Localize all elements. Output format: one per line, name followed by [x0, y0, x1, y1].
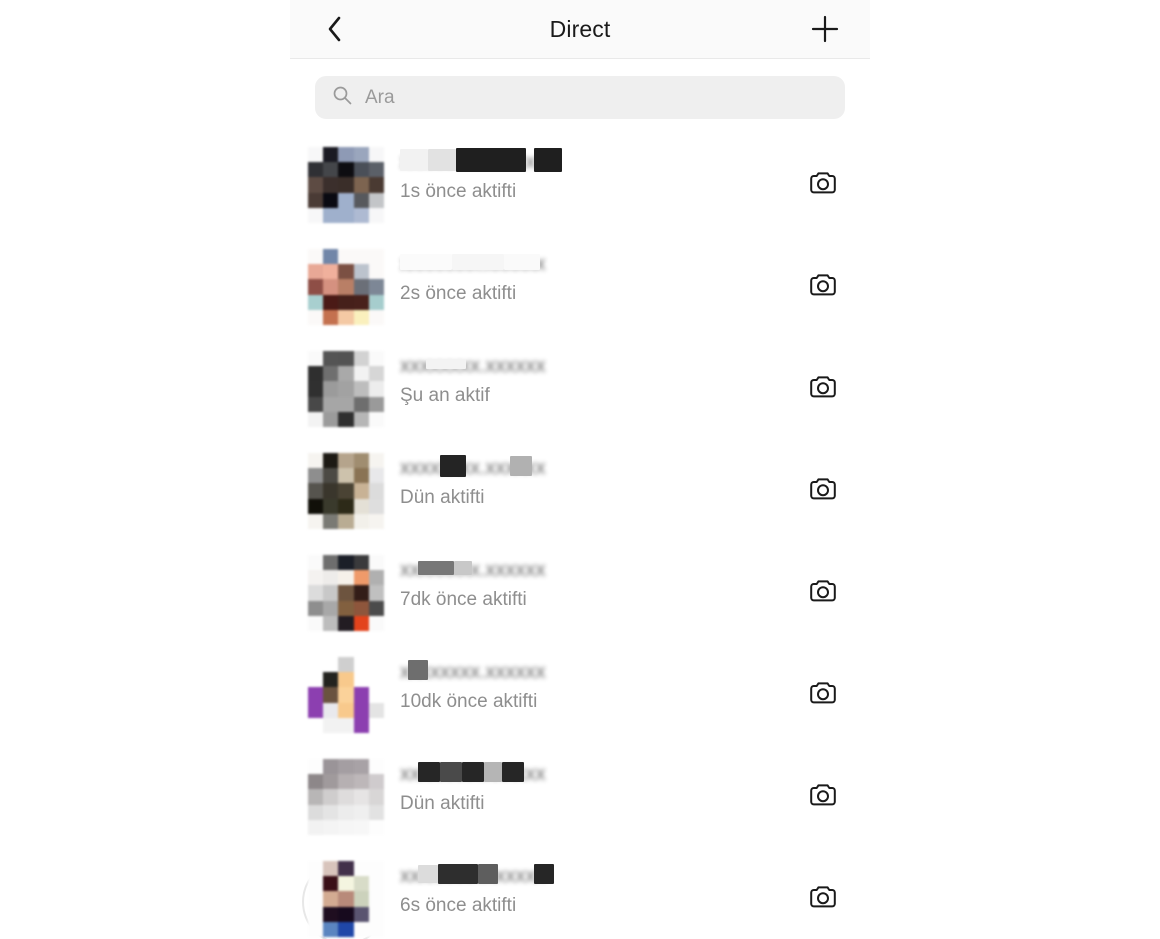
- avatar[interactable]: [308, 657, 384, 733]
- avatar-pixelated-image: [308, 147, 384, 223]
- camera-button[interactable]: [801, 367, 845, 411]
- search-input[interactable]: Ara: [315, 76, 845, 119]
- avatar[interactable]: [302, 859, 384, 939]
- conversation-row[interactable]: xxxxxxxx.xxxxxx Şu an aktif: [290, 338, 870, 440]
- conversation-row[interactable]: xxxxxxxx.xxxxxx 6s önce aktifti: [290, 848, 870, 939]
- camera-button[interactable]: [801, 877, 845, 921]
- redaction-block: [478, 864, 498, 884]
- redaction-block: [534, 148, 562, 172]
- avatar-pixelated-image: [308, 657, 384, 733]
- conversation-text: xxxxxxxx.xxxxxx 1s önce aktifti: [400, 147, 801, 223]
- avatar-pixelated-image: [308, 861, 384, 937]
- redaction-block: [504, 254, 540, 270]
- conversation-text: xxxxxxxx.xxxxxx Şu an aktif: [400, 351, 801, 427]
- conversation-text: xxxxxxxx.xxxxxx Dün aktifti: [400, 453, 801, 529]
- conversation-list[interactable]: xxxxxxxx.xxxxxx1s önce aktiftixxxxxxxx.x…: [290, 119, 870, 939]
- redaction-block: [502, 762, 524, 782]
- back-button[interactable]: [314, 8, 356, 50]
- username-line: xxxxxxxx.xxxxxx: [400, 147, 801, 177]
- activity-status: Dün aktifti: [400, 487, 485, 508]
- avatar[interactable]: [308, 249, 384, 325]
- redaction-block: [400, 254, 452, 270]
- avatar[interactable]: [308, 351, 384, 427]
- conversation-row[interactable]: xxxxxxxx.xxxxxx Dün aktifti: [290, 440, 870, 542]
- redaction-block: [456, 148, 526, 172]
- redaction-block: [438, 864, 478, 884]
- camera-icon: [807, 473, 839, 510]
- redaction-block: [426, 359, 466, 369]
- avatar-pixelated-image: [308, 759, 384, 835]
- camera-button[interactable]: [801, 265, 845, 309]
- avatar[interactable]: [308, 555, 384, 631]
- redaction-block: [452, 254, 504, 270]
- avatar[interactable]: [308, 453, 384, 529]
- username-line: xxxxxxxx.xxxxxx: [400, 657, 801, 687]
- redaction-block: [454, 561, 472, 575]
- conversation-text: xxxxxxxx.xxxxxx 7dk önce aktifti: [400, 555, 801, 631]
- conversation-row[interactable]: xxxxxxxx.xxxxxx Dün aktifti: [290, 746, 870, 848]
- search-placeholder: Ara: [365, 86, 395, 108]
- redaction-block: [534, 864, 554, 884]
- redaction-block: [418, 865, 438, 883]
- avatar-pixelated-image: [308, 555, 384, 631]
- username-line: xxxxxxxx.xxxxxx: [400, 453, 801, 483]
- camera-button[interactable]: [801, 469, 845, 513]
- avatar-pixelated-image: [308, 453, 384, 529]
- redaction-block: [408, 660, 428, 680]
- conversation-text: xxxxxxxx.xxxxxx Dün aktifti: [400, 759, 801, 835]
- redaction-block: [418, 561, 454, 575]
- activity-status: 10dk önce aktifti: [400, 691, 538, 712]
- redaction-block: [440, 455, 466, 477]
- camera-button[interactable]: [801, 163, 845, 207]
- camera-icon: [807, 881, 839, 918]
- redaction-block: [462, 762, 484, 782]
- camera-icon: [807, 269, 839, 306]
- direct-messages-screen: Direct Ara xxxxxxxx.xxxxxx 1s önce aktift…: [290, 0, 870, 939]
- camera-icon: [807, 575, 839, 612]
- search-section: Ara: [290, 59, 870, 119]
- search-icon: [332, 85, 352, 110]
- username-line: xxxxxxxx.xxxxxx: [400, 249, 801, 279]
- conversation-row[interactable]: xxxxxxxx.xxxxxx 7dk önce aktifti: [290, 542, 870, 644]
- username-text: xxxxxxxx.xxxxxx: [400, 355, 546, 377]
- redaction-block: [418, 762, 440, 782]
- username-line: xxxxxxxx.xxxxxx: [400, 555, 801, 585]
- redaction-block: [484, 762, 502, 782]
- conversation-text: xxxxxxxx.xxxxxx 6s önce aktifti: [400, 861, 801, 937]
- conversation-row[interactable]: xxxxxxxx.xxxxxx 10dk önce aktifti: [290, 644, 870, 746]
- avatar[interactable]: [308, 759, 384, 835]
- chevron-left-icon: [323, 14, 347, 44]
- avatar-pixelated-image: [308, 249, 384, 325]
- camera-button[interactable]: [801, 775, 845, 819]
- redaction-block: [510, 456, 532, 476]
- activity-status: 6s önce aktifti: [400, 895, 517, 916]
- redaction-block: [400, 149, 428, 171]
- username-line: xxxxxxxx.xxxxxx: [400, 759, 801, 789]
- plus-icon: [810, 14, 840, 44]
- camera-icon: [807, 677, 839, 714]
- conversation-row[interactable]: xxxxxxxx.xxxxxx 1s önce aktifti: [290, 134, 870, 236]
- camera-icon: [807, 167, 839, 204]
- activity-status: 2s önce aktifti: [400, 283, 517, 304]
- camera-button[interactable]: [801, 571, 845, 615]
- camera-button[interactable]: [801, 673, 845, 717]
- navigation-bar: Direct: [290, 0, 870, 59]
- activity-status: Dün aktifti: [400, 793, 485, 814]
- camera-icon: [807, 371, 839, 408]
- avatar[interactable]: [308, 147, 384, 223]
- camera-icon: [807, 779, 839, 816]
- activity-status: 7dk önce aktifti: [400, 589, 527, 610]
- redaction-block: [440, 762, 462, 782]
- redaction-block: [428, 149, 456, 171]
- conversation-text: xxxxxxxx.xxxxxx 10dk önce aktifti: [400, 657, 801, 733]
- username-line: xxxxxxxx.xxxxxx: [400, 861, 801, 891]
- new-message-button[interactable]: [804, 8, 846, 50]
- activity-status: 1s önce aktifti: [400, 181, 517, 202]
- page-title: Direct: [549, 15, 611, 42]
- conversation-row[interactable]: xxxxxxxx.xxxxxx 2s önce aktifti: [290, 236, 870, 338]
- avatar-pixelated-image: [308, 351, 384, 427]
- username-line: xxxxxxxx.xxxxxx: [400, 351, 801, 381]
- conversation-text: xxxxxxxx.xxxxxx 2s önce aktifti: [400, 249, 801, 325]
- activity-status: Şu an aktif: [400, 385, 490, 406]
